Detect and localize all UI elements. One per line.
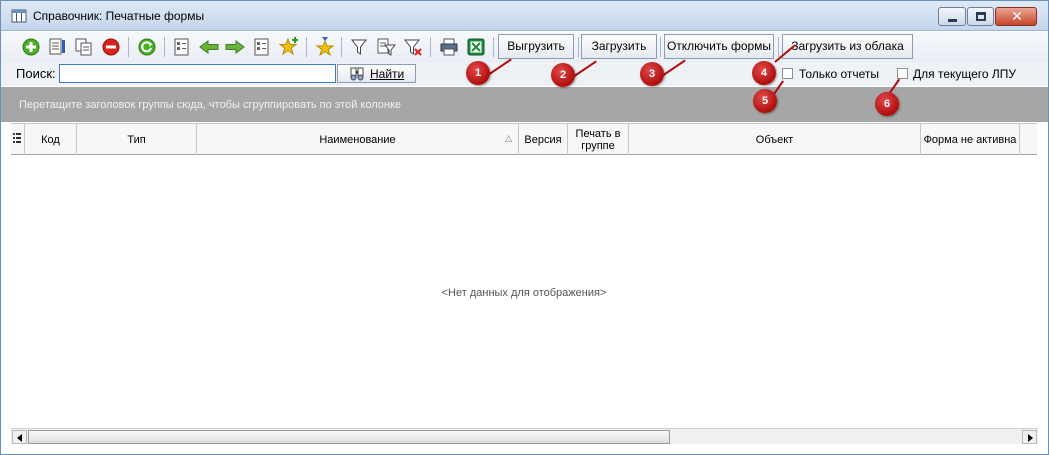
column-header-type[interactable]: Тип [77, 124, 197, 155]
toolbar-separator [341, 37, 342, 57]
print-forms-window: Справочник: Печатные формы ✕ Выгрузить З… [0, 0, 1049, 455]
column-header-name-label: Наименование [319, 133, 396, 146]
horizontal-scrollbar[interactable] [11, 428, 1038, 444]
binoculars-icon [350, 67, 364, 81]
cloud-import-button[interactable]: Загрузить из облака [782, 34, 913, 59]
callout-marker-2: 2 [551, 63, 575, 87]
star-icon[interactable] [315, 37, 335, 57]
sort-ascending-icon: △ [505, 133, 512, 143]
list-icon[interactable] [252, 37, 272, 57]
column-header-version[interactable]: Версия [519, 124, 568, 155]
title-bar: Справочник: Печатные формы ✕ [1, 1, 1048, 31]
maximize-icon [976, 12, 986, 21]
arrow-left-icon[interactable] [199, 37, 219, 57]
grid-header: Код Тип Наименование △ Версия Печать в г… [11, 123, 1037, 155]
current-lpu-label: Для текущего ЛПУ [913, 67, 1017, 81]
group-icon[interactable] [172, 37, 192, 57]
only-reports-checkbox[interactable] [782, 68, 793, 79]
empty-grid-message: <Нет данных для отображения> [441, 287, 607, 299]
star-add-icon[interactable] [279, 37, 299, 57]
toolbar-separator [306, 37, 307, 57]
search-input[interactable] [59, 64, 336, 83]
column-header-name[interactable]: Наименование △ [197, 124, 519, 155]
toolbar-separator [493, 37, 494, 57]
disable-forms-button[interactable]: Отключить формы [664, 34, 774, 59]
current-lpu-checkbox[interactable] [897, 68, 908, 79]
maximize-button[interactable] [967, 7, 994, 26]
toolbar-separator [660, 37, 661, 57]
only-reports-label: Только отчеты [799, 67, 880, 81]
arrow-right-icon[interactable] [225, 37, 245, 57]
toolbar: Выгрузить Загрузить Отключить формы Загр… [1, 32, 1048, 62]
toolbar-separator [164, 37, 165, 57]
search-label: Поиск: [16, 66, 56, 81]
callout-marker-4: 4 [752, 61, 776, 85]
callout-marker-5: 5 [753, 89, 777, 113]
group-by-hint: Перетащите заголовок группы сюда, чтобы … [19, 99, 402, 111]
print-icon[interactable] [439, 37, 459, 57]
arrow-right-small-icon [1028, 434, 1033, 442]
toolbar-separator [578, 37, 579, 57]
refresh-icon[interactable] [137, 37, 157, 57]
arrow-left-small-icon [17, 434, 22, 442]
scroll-left-button[interactable] [12, 430, 27, 444]
import-button[interactable]: Загрузить [581, 34, 657, 59]
callout-marker-3: 3 [640, 62, 664, 86]
filter-edit-icon[interactable] [376, 37, 396, 57]
close-button[interactable]: ✕ [995, 7, 1037, 26]
callout-marker-6: 6 [875, 92, 899, 116]
column-chooser-button[interactable] [11, 124, 25, 155]
toolbar-separator [128, 37, 129, 57]
edit-icon[interactable] [47, 37, 67, 57]
minimize-icon [948, 19, 957, 22]
scroll-thumb[interactable] [28, 430, 670, 444]
scroll-right-button[interactable] [1022, 430, 1037, 444]
delete-icon[interactable] [101, 37, 121, 57]
column-header-object[interactable]: Объект [629, 124, 921, 155]
grid-body[interactable]: <Нет данных для отображения> [11, 155, 1037, 428]
filter-clear-icon[interactable] [403, 37, 423, 57]
export-button[interactable]: Выгрузить [498, 34, 574, 59]
callout-marker-1: 1 [466, 61, 490, 85]
window-title: Справочник: Печатные формы [33, 9, 205, 23]
column-header-code[interactable]: Код [25, 124, 77, 155]
search-row: Поиск: Найти Только отчеты Для текущего … [1, 62, 1048, 86]
column-header-print-in-group[interactable]: Печать в группе [568, 124, 629, 155]
toolbar-separator [778, 37, 779, 57]
table-icon [11, 9, 27, 23]
close-icon: ✕ [1011, 8, 1023, 24]
excel-icon[interactable] [466, 37, 486, 57]
find-button[interactable]: Найти [337, 64, 416, 83]
copy-icon[interactable] [74, 37, 94, 57]
minimize-button[interactable] [938, 7, 966, 26]
column-chooser-icon [13, 133, 21, 143]
add-icon[interactable] [21, 37, 41, 57]
toolbar-separator [430, 37, 431, 57]
filter-icon[interactable] [350, 37, 370, 57]
column-header-form-inactive[interactable]: Форма не активна [921, 124, 1020, 155]
find-label: Найти [370, 67, 405, 81]
